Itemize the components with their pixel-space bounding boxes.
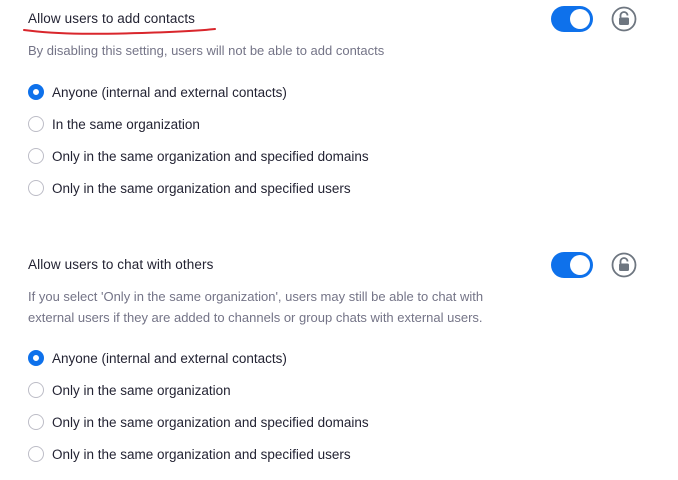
radio-button[interactable]: [28, 446, 44, 462]
radio-label: Only in the same organization and specif…: [52, 414, 369, 430]
radio-option[interactable]: In the same organization: [28, 114, 200, 134]
radio-label: Only in the same organization and specif…: [52, 446, 351, 462]
unlocked-padlock-icon[interactable]: [611, 6, 637, 32]
radio-option[interactable]: Only in the same organization and specif…: [28, 178, 351, 198]
unlocked-padlock-icon[interactable]: [611, 252, 637, 278]
radio-button[interactable]: [28, 116, 44, 132]
radio-button[interactable]: [28, 414, 44, 430]
radio-button[interactable]: [28, 180, 44, 196]
radio-label: In the same organization: [52, 116, 200, 132]
toggle-knob: [570, 255, 590, 275]
setting-title: Allow users to add contacts: [28, 11, 196, 26]
radio-label: Anyone (internal and external contacts): [52, 84, 287, 100]
radio-button[interactable]: [28, 148, 44, 164]
radio-option[interactable]: Only in the same organization and specif…: [28, 444, 351, 464]
radio-label: Anyone (internal and external contacts): [52, 350, 287, 366]
setting-description: By disabling this setting, users will no…: [28, 43, 385, 58]
radio-button[interactable]: [28, 382, 44, 398]
radio-button-checked[interactable]: [28, 350, 44, 366]
red-underline-annotation: [23, 28, 216, 35]
toggle-switch[interactable]: [551, 6, 593, 32]
toggle-switch[interactable]: [551, 252, 593, 278]
setting-description: If you select 'Only in the same organiza…: [28, 289, 484, 325]
toggle-knob: [570, 9, 590, 29]
radio-option[interactable]: Only in the same organization and specif…: [28, 146, 369, 166]
radio-option[interactable]: Only in the same organization: [28, 380, 231, 400]
radio-option[interactable]: Anyone (internal and external contacts): [28, 82, 287, 102]
radio-label: Only in the same organization: [52, 382, 231, 398]
settings-page: Allow users to add contacts By disabling…: [0, 0, 678, 480]
radio-button-checked[interactable]: [28, 84, 44, 100]
radio-label: Only in the same organization and specif…: [52, 180, 351, 196]
radio-option[interactable]: Anyone (internal and external contacts): [28, 348, 287, 368]
radio-label: Only in the same organization and specif…: [52, 148, 369, 164]
radio-option[interactable]: Only in the same organization and specif…: [28, 412, 369, 432]
setting-title: Allow users to chat with others: [28, 257, 214, 272]
